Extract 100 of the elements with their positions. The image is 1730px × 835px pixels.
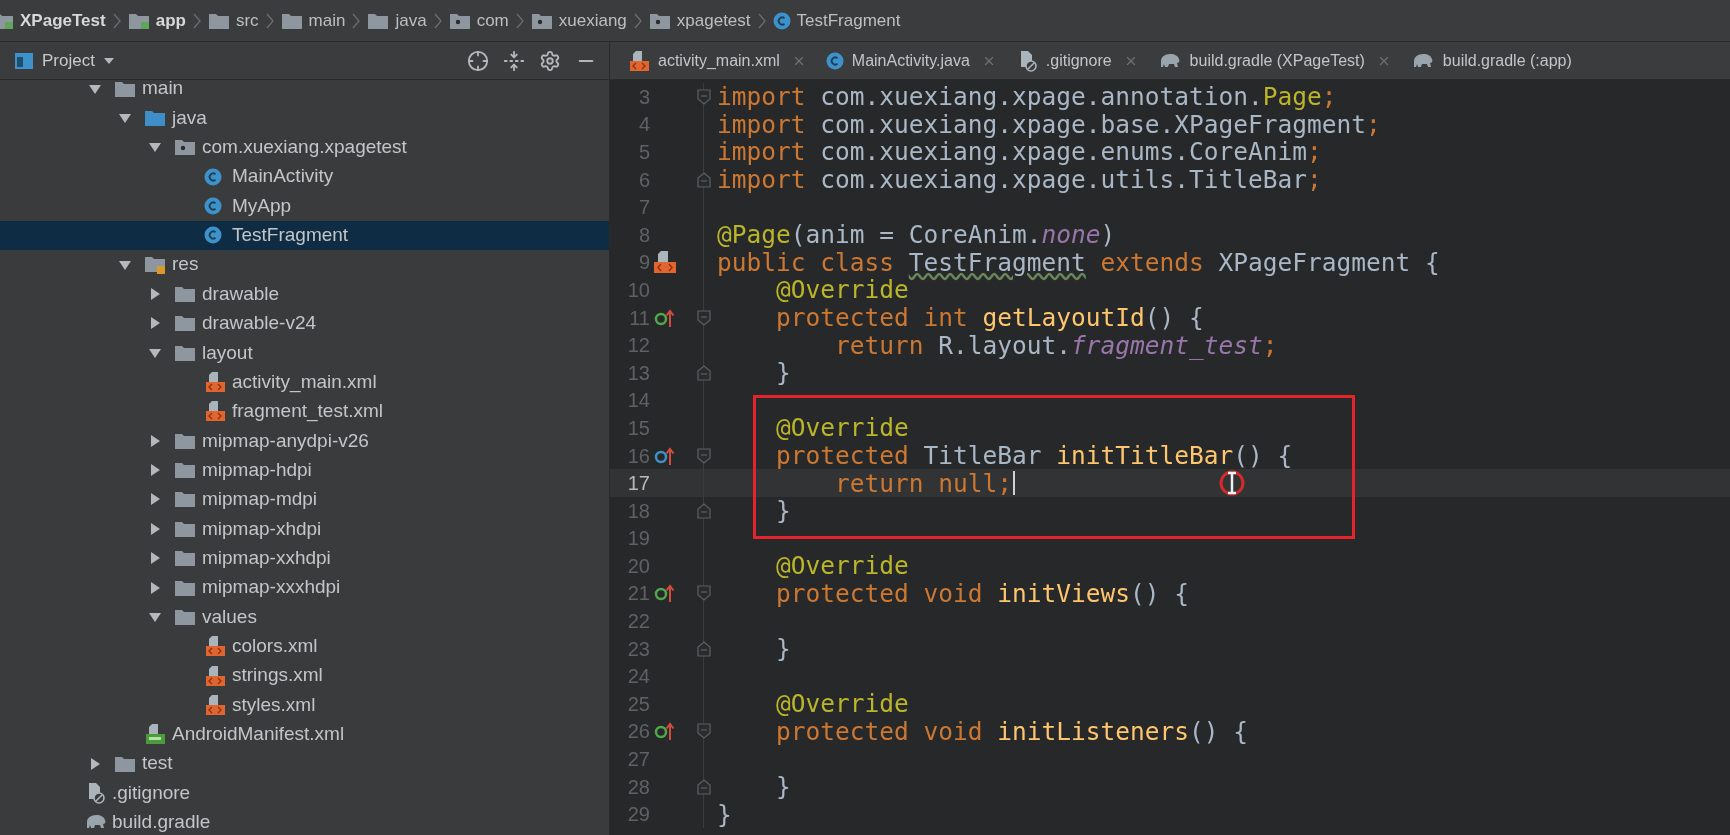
editor-tab[interactable]: build.gradle (:app) [1402,42,1580,79]
folder-icon [144,109,166,127]
folder-icon [174,578,196,597]
tree-item[interactable]: drawable-v24 [0,308,609,339]
tree-item[interactable]: main [0,80,609,104]
line-number: 15 [627,415,650,441]
fold-marker-icon[interactable] [696,171,711,188]
tree-item[interactable]: strings.xml [0,660,609,691]
collapsed-arrow-icon[interactable] [148,521,162,536]
breadcrumb-item[interactable]: java [395,7,427,34]
breadcrumb-item[interactable]: XPageTest [20,7,106,34]
fold-marker-icon[interactable] [696,447,711,464]
tree-item-label: mipmap-hdpi [202,457,312,482]
folder-icon [114,754,136,773]
tree-item[interactable]: mipmap-hdpi [0,455,609,485]
line-number: 18 [627,498,650,524]
breadcrumb-item[interactable]: src [235,7,259,34]
line-number: 27 [627,747,650,773]
tree-item[interactable]: colors.xml [0,631,609,661]
fold-marker-icon[interactable] [696,88,711,105]
fold-marker-icon[interactable] [696,640,711,657]
fold-marker-icon[interactable] [696,723,711,740]
locate-icon[interactable] [467,49,489,72]
tree-item[interactable]: drawable [0,279,609,309]
xml-file-icon [204,371,226,394]
breadcrumb-item[interactable]: xpagetest [676,7,751,34]
code-text: } [717,800,732,828]
folder-icon [207,11,230,30]
layout-file-icon[interactable] [652,250,678,275]
tree-item[interactable]: java [0,103,609,133]
tree-item-label: mipmap-xxxhdpi [202,575,341,600]
collapsed-arrow-icon[interactable] [148,580,162,595]
fold-marker-icon[interactable] [696,364,711,381]
collapsed-arrow-icon[interactable] [148,316,162,331]
fold-marker-icon[interactable] [696,778,711,795]
tree-item[interactable]: layout [0,338,609,368]
collapsed-arrow-icon[interactable] [148,492,162,507]
breadcrumb-item[interactable]: com [476,7,509,34]
tree-item[interactable]: mipmap-xxhdpi [0,543,609,573]
line-number: 5 [638,140,650,165]
collapsed-arrow-icon[interactable] [148,287,162,302]
tree-item[interactable]: res [0,250,609,280]
tree-item[interactable]: mipmap-mdpi [0,484,609,515]
override-marker-icon[interactable] [654,307,676,328]
project-view-dropdown[interactable]: Project [14,47,115,74]
tree-item[interactable]: MyApp [0,191,609,221]
collapsed-arrow-icon[interactable] [148,433,162,448]
tree-item[interactable]: .gitignore [0,778,609,808]
breadcrumb-item[interactable]: xuexiang [558,7,627,34]
code-text: } [775,359,791,387]
collapsed-arrow-icon[interactable] [88,756,102,771]
fold-marker-icon[interactable] [696,585,711,602]
tree-item[interactable]: activity_main.xml [0,367,609,397]
override-marker-icon[interactable] [654,721,676,742]
breadcrumb-item[interactable]: TestFragment [796,7,901,34]
tree-item[interactable]: test [0,748,609,779]
editor-tab[interactable]: build.gradle (XPageTest) [1149,42,1399,79]
collapsed-arrow-icon[interactable] [148,463,162,478]
code-text: protected TitleBar initTitleBar() { [775,442,1293,469]
tree-item[interactable]: mipmap-xhdpi [0,514,609,544]
line-number: 14 [627,388,650,414]
line-number: 17 [627,471,650,497]
code-text: import com.xuexiang.xpage.enums.CoreAnim; [717,138,1322,166]
tree-item[interactable]: TestFragment [0,220,609,251]
tree-item[interactable]: AndroidManifest.xml [0,719,609,749]
line-number: 12 [627,333,650,359]
resource-folder-icon [144,254,166,275]
tree-item-label: mipmap-mdpi [202,487,318,512]
editor-tab[interactable]: .gitignore [1007,42,1146,79]
override-marker-icon[interactable] [654,583,676,604]
tree-item[interactable]: mipmap-xxxhdpi [0,572,609,603]
tree-item[interactable]: fragment_test.xml [0,396,609,427]
tree-item-label: main [142,80,184,101]
breadcrumb-item[interactable]: main [308,7,346,34]
code-text: return R.layout.fragment_test; [835,331,1278,359]
breadcrumb-item[interactable]: app [155,7,186,34]
tree-item[interactable]: mipmap-anydpi-v26 [0,426,609,456]
tree-item-label: build.gradle [112,810,211,834]
tree-item[interactable]: MainActivity [0,162,609,192]
tree-item[interactable]: com.xuexiang.xpagetest [0,132,609,163]
tree-item[interactable]: styles.xml [0,690,609,720]
line-number: 26 [627,719,650,745]
settings-icon[interactable] [539,49,561,72]
expanded-arrow-icon[interactable] [118,111,132,125]
tree-item[interactable]: values [0,602,609,632]
collapsed-arrow-icon[interactable] [148,551,162,566]
xml-file-icon [628,49,650,72]
tree-item-label: strings.xml [232,663,323,688]
editor-tab[interactable]: MainActivity.java [817,42,1004,79]
collapse-all-icon[interactable] [503,49,525,72]
tree-item-label: mipmap-anydpi-v26 [202,428,369,453]
panel-icon [14,51,34,70]
editor-tab[interactable]: activity_main.xml [620,42,814,79]
line-number: 6 [638,167,650,193]
tree-item[interactable]: build.gradle [0,807,609,835]
chevron-icon [432,11,443,30]
fold-marker-icon[interactable] [696,502,711,519]
fold-marker-icon[interactable] [696,309,711,326]
override-marker-icon[interactable] [654,445,676,466]
code-text: return null; [835,469,1012,497]
